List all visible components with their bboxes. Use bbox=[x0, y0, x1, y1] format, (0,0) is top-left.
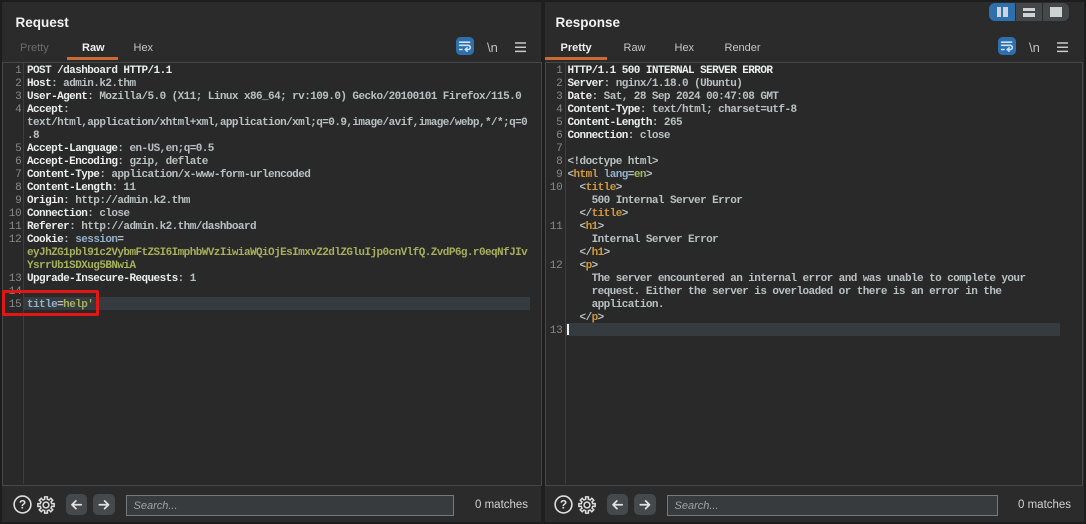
svg-text:?: ? bbox=[19, 498, 26, 512]
svg-text:?: ? bbox=[560, 498, 567, 512]
